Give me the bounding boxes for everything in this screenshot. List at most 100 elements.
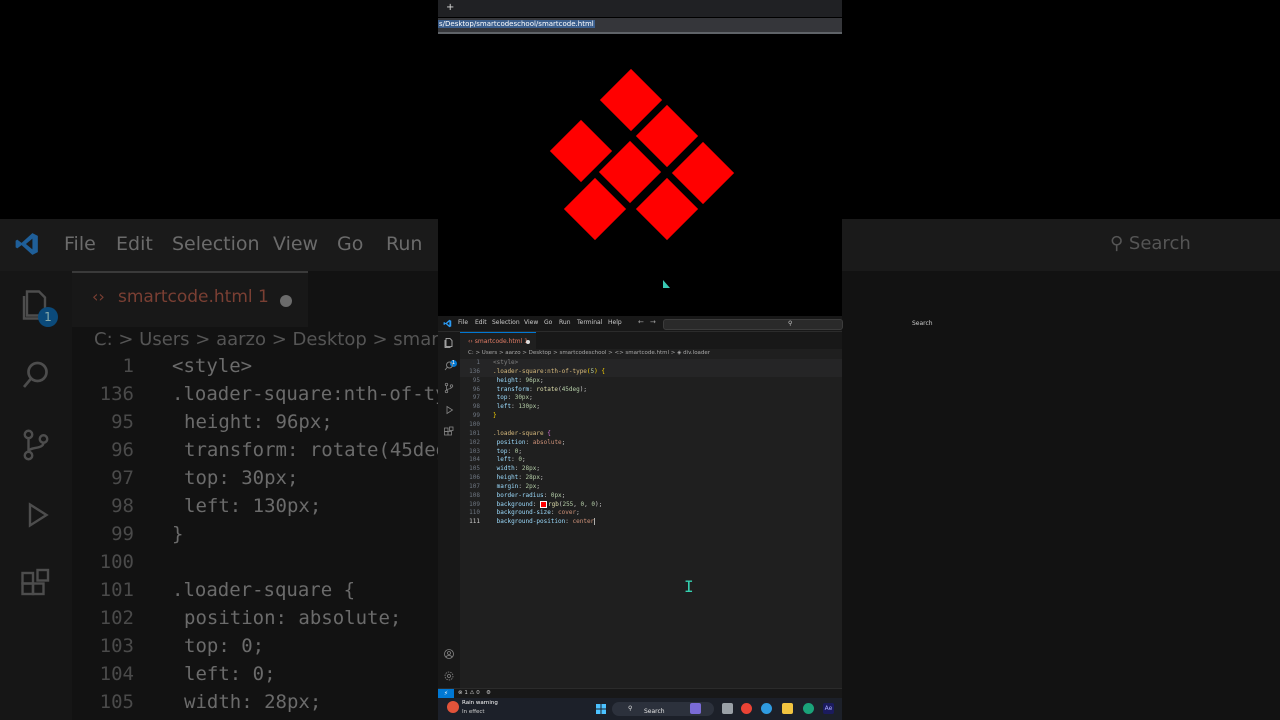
code-line[interactable]: 105 width: 28px; xyxy=(460,465,842,474)
loader-preview xyxy=(548,68,748,250)
code-line[interactable]: 95 height: 96px; xyxy=(460,377,842,386)
code-line[interactable]: 1 <style> xyxy=(460,359,842,368)
code-text[interactable]: width: 28px; xyxy=(493,465,540,472)
code-line[interactable]: 102 position: absolute; xyxy=(460,439,842,448)
code-text[interactable]: border-radius: 0px; xyxy=(493,492,566,499)
address-bar[interactable]: s/Desktop/smartcodeschool/smartcode.html xyxy=(438,18,842,34)
search-icon[interactable] xyxy=(443,360,455,372)
command-center-search[interactable]: ⚲ Search xyxy=(663,319,933,330)
line-number: 108 xyxy=(469,491,480,499)
code-line[interactable]: 97 top: 30px; xyxy=(460,394,842,403)
bg-menu-go: Go xyxy=(337,233,364,255)
code-line[interactable]: 100 xyxy=(460,421,842,430)
line-number: 109 xyxy=(469,500,480,508)
account-icon[interactable] xyxy=(443,648,455,660)
line-number: 111 xyxy=(469,518,480,526)
code-line[interactable]: 110 background-size: cover; xyxy=(460,509,842,518)
chrome-icon[interactable] xyxy=(741,703,752,714)
bg-breadcrumb: C: > Users > aarzo > Desktop > smartco xyxy=(94,329,467,350)
run-debug-icon[interactable] xyxy=(443,404,455,416)
bg-editor-tab: ‹› smartcode.html 1 xyxy=(72,271,308,327)
tab-filename: smartcode.html 1 xyxy=(474,338,528,345)
code-line[interactable]: 136 .loader-square:nth-of-type(5) { xyxy=(460,367,842,377)
code-line[interactable]: 106 height: 28px; xyxy=(460,474,842,483)
bg-menu-run: Run xyxy=(386,233,423,255)
bg-line-number: 95 xyxy=(111,411,134,433)
problems-indicator[interactable]: ⊗ 1 ⚠ 0 xyxy=(458,690,480,696)
code-text[interactable]: left: 130px; xyxy=(493,403,540,410)
code-text[interactable]: background: rgb(255, 0, 0); xyxy=(493,500,602,508)
code-text[interactable]: <style> xyxy=(493,359,518,366)
activity-bar: 1 xyxy=(438,332,460,692)
address-url[interactable]: s/Desktop/smartcodeschool/smartcode.html xyxy=(438,20,595,28)
bg-line-number: 102 xyxy=(99,607,134,629)
code-line[interactable]: 104 left: 0; xyxy=(460,456,842,465)
code-text[interactable]: margin: 2px; xyxy=(493,483,540,490)
nav-back-icon[interactable]: ← xyxy=(638,318,644,326)
code-line[interactable]: 103 top: 0; xyxy=(460,448,842,457)
nav-forward-icon[interactable]: → xyxy=(650,318,656,326)
editor-tab-smartcode[interactable]: ‹› smartcode.html 1 xyxy=(460,332,536,350)
code-line[interactable]: 98 left: 130px; xyxy=(460,403,842,412)
text-cursor-ibeam-icon: I xyxy=(684,577,694,596)
breadcrumb[interactable]: C: > Users > aarzo > Desktop > smartcode… xyxy=(468,350,710,356)
bg-line-number: 98 xyxy=(111,495,134,517)
menu-file[interactable]: File xyxy=(458,319,468,326)
code-line[interactable]: 99} xyxy=(460,412,842,421)
bg-code-text: position: absolute; xyxy=(184,607,402,629)
bg-menu-view: View xyxy=(273,233,319,255)
browser-window: + s/Desktop/smartcodeschool/smartcode.ht… xyxy=(438,0,842,316)
new-tab-button[interactable]: + xyxy=(446,2,454,13)
code-line[interactable]: 101 .loader-square { xyxy=(460,430,842,439)
code-editor[interactable]: 1 <style> 136 .loader-square:nth-of-type(5)… xyxy=(460,359,842,689)
code-text[interactable]: .loader-square:nth-of-type(5) { xyxy=(493,368,605,375)
bg-line-number: 136 xyxy=(99,383,134,405)
code-text[interactable]: top: 30px; xyxy=(493,394,533,401)
bg-code-text: transform: rotate(45deg xyxy=(184,439,448,461)
unsaved-dot-icon[interactable] xyxy=(526,340,530,344)
menu-help[interactable]: Help xyxy=(608,319,622,326)
source-control-icon[interactable] xyxy=(443,382,455,394)
code-text[interactable]: position: absolute; xyxy=(493,439,566,446)
menu-edit[interactable]: Edit xyxy=(475,319,487,326)
extensions-icon[interactable] xyxy=(443,426,455,438)
code-text[interactable]: top: 0; xyxy=(493,448,522,455)
code-text[interactable]: height: 96px; xyxy=(493,377,544,384)
code-line[interactable]: 107 margin: 2px; xyxy=(460,483,842,492)
after-effects-icon[interactable]: Ae xyxy=(823,703,834,714)
menu-terminal[interactable]: Terminal xyxy=(577,319,602,326)
menu-selection[interactable]: Selection xyxy=(492,319,520,326)
code-line[interactable]: 96 transform: rotate(45deg); xyxy=(460,386,842,395)
code-line[interactable]: 111 background-position: center xyxy=(460,518,842,527)
bg-code-text: top: 0; xyxy=(184,635,265,657)
windows-start-icon[interactable] xyxy=(596,704,606,714)
menu-go[interactable]: Go xyxy=(544,319,552,326)
command-search-text: Search xyxy=(912,320,933,327)
code-text[interactable]: background-position: center xyxy=(493,518,596,526)
code-line[interactable]: 108 border-radius: 0px; xyxy=(460,492,842,501)
weather-subtitle[interactable]: In effect xyxy=(462,709,485,715)
menu-view[interactable]: View xyxy=(524,319,538,326)
copilot-icon[interactable] xyxy=(761,703,772,714)
weather-warning-icon[interactable] xyxy=(447,701,459,713)
file-explorer-icon[interactable] xyxy=(782,703,793,714)
ports-icon[interactable]: ⚙ xyxy=(486,690,491,696)
weather-title[interactable]: Rain warning xyxy=(462,700,498,706)
code-text[interactable]: .loader-square { xyxy=(493,430,551,437)
settings-gear-icon[interactable] xyxy=(443,670,455,682)
line-number: 100 xyxy=(469,420,480,428)
bg-code-text: .loader-square:nth-of-ty xyxy=(172,383,447,405)
code-text[interactable]: transform: rotate(45deg); xyxy=(493,386,587,393)
html-file-icon: ‹› xyxy=(468,338,475,345)
line-number: 97 xyxy=(472,394,480,402)
task-view-icon[interactable] xyxy=(722,703,733,714)
edge-icon[interactable] xyxy=(803,703,814,714)
code-text[interactable]: background-size: cover; xyxy=(493,509,580,516)
code-text[interactable]: } xyxy=(493,412,497,419)
code-line[interactable]: 109 background: rgb(255, 0, 0); xyxy=(460,500,842,510)
menu-run[interactable]: Run xyxy=(559,319,571,326)
search-highlight-icon[interactable] xyxy=(690,703,701,714)
code-text[interactable]: height: 28px; xyxy=(493,474,544,481)
code-text[interactable]: left: 0; xyxy=(493,456,526,463)
explorer-icon[interactable] xyxy=(443,337,455,349)
